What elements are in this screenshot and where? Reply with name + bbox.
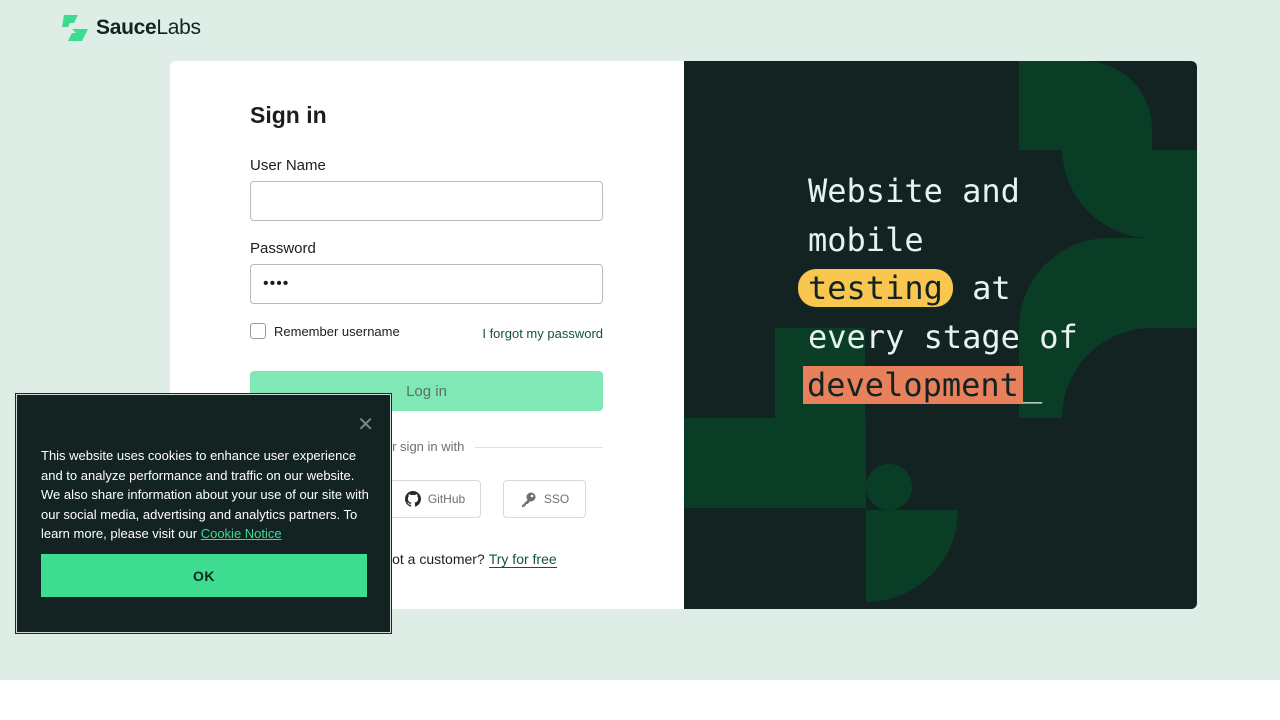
hero-tagline: Website and mobile testing at every stag… [798, 167, 1078, 410]
signin-title: Sign in [250, 102, 327, 128]
close-icon[interactable]: ✕ [357, 415, 374, 435]
username-label: User Name [250, 157, 326, 174]
tagline-line-1: Website and [808, 172, 1020, 210]
new-customer-text: Not a customer? [382, 551, 485, 567]
divider-text: Or sign in with [382, 439, 465, 454]
github-label: GitHub [427, 492, 466, 506]
github-icon [404, 491, 421, 507]
cookie-notice-link[interactable]: Cookie Notice [201, 526, 282, 541]
cookie-banner: ✕ This website uses cookies to enhance u… [16, 394, 391, 633]
github-signin-button[interactable]: GitHub [389, 480, 481, 518]
saucelabs-logo[interactable]: SauceLabs [60, 13, 201, 43]
username-input[interactable] [250, 181, 603, 221]
tagline-line-3: testing at [798, 264, 1078, 313]
remember-username-label: Remember username [274, 324, 400, 339]
divider-line [475, 447, 603, 448]
hero-panel: Website and mobile testing at every stag… [684, 61, 1197, 609]
typing-cursor: _ [1022, 366, 1043, 404]
tagline-line-4: every stage of [808, 317, 1078, 356]
forgot-password-link[interactable]: I forgot my password [482, 326, 603, 341]
testing-highlight: testing [798, 269, 953, 307]
remember-username-checkbox[interactable] [250, 323, 266, 339]
tagline-line-5: development _ [803, 361, 1078, 410]
tagline-line-2: mobile [808, 220, 924, 259]
cookie-ok-button[interactable]: OK [41, 554, 367, 597]
try-for-free-link[interactable]: Try for free [488, 551, 557, 568]
development-highlight: development [803, 366, 1023, 404]
saucelabs-logo-icon [62, 15, 88, 41]
tagline-line-3-rest: at [952, 269, 1011, 307]
cookie-text: This website uses cookies to enhance use… [41, 446, 371, 544]
key-icon [521, 492, 536, 507]
password-label: Password [250, 240, 316, 257]
new-customer-prompt: Not a customer? Try for free [382, 551, 557, 568]
password-input[interactable]: •••• [250, 264, 603, 304]
sso-label: SSO [543, 492, 570, 506]
saucelabs-wordmark: SauceLabs [96, 16, 201, 39]
sso-signin-button[interactable]: SSO [503, 480, 586, 518]
